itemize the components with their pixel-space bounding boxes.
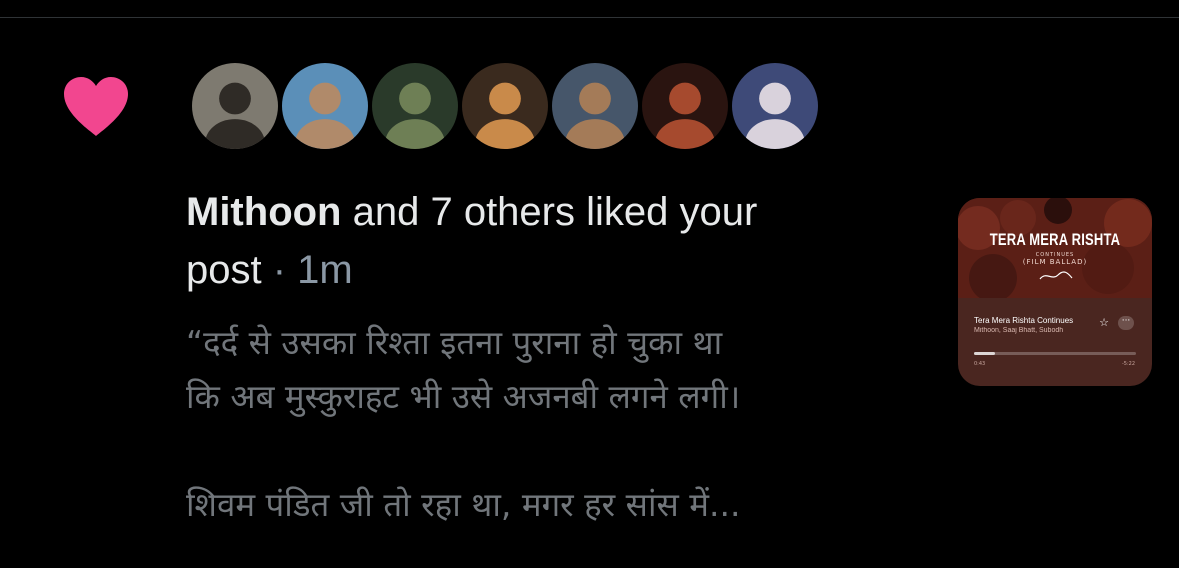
more-icon[interactable]: ··· (1118, 316, 1134, 330)
notification-text[interactable]: Mithoon and 7 others liked your post · 1… (186, 183, 886, 299)
avatar-6[interactable] (639, 60, 731, 152)
avatar-4[interactable] (459, 60, 551, 152)
action-text-2: post (186, 248, 262, 292)
action-text-1: and 7 others liked your (341, 190, 758, 234)
time-remaining: -5:22 (1122, 361, 1136, 367)
avatar-1[interactable] (189, 60, 281, 152)
song-artists: Mithoon, Saaj Bhatt, Subodh (974, 327, 1064, 334)
album-tag: (FILM BALLAD) (1022, 258, 1088, 266)
film-logo-icon (1038, 268, 1074, 282)
avatar-3[interactable] (369, 60, 461, 152)
time-elapsed: 0:43 (974, 361, 986, 367)
avatar-5[interactable] (549, 60, 641, 152)
preview-line: शिवम पंडित जी तो रहा था, मगर हर सांस में… (186, 485, 741, 524)
progress-track[interactable] (974, 352, 1136, 355)
top-divider (0, 17, 1179, 18)
album-title: TERA MERA RISHTA (989, 230, 1121, 249)
star-icon[interactable]: ☆ (1097, 316, 1111, 330)
progress-fill (974, 352, 996, 355)
actor-name[interactable]: Mithoon (186, 190, 342, 234)
liker-avatars[interactable] (189, 60, 829, 154)
timestamp: 1m (297, 248, 353, 292)
preview-line: “दर्द से उसका रिश्ता इतना पुराना हो चुका… (186, 323, 723, 362)
media-thumbnail[interactable]: TERA MERA RISHTA CONTINUES (FILM BALLAD)… (958, 198, 1152, 386)
post-preview[interactable]: “दर्द से उसका रिश्ता इतना पुराना हो चुका… (186, 316, 926, 532)
separator: · (261, 248, 298, 292)
avatar-7[interactable] (729, 60, 821, 152)
preview-line: कि अब मुस्कुराहट भी उसे अजनबी लगने लगी। (186, 377, 741, 416)
song-title: Tera Mera Rishta Continues (974, 316, 1074, 325)
avatar-2[interactable] (279, 60, 371, 152)
heart-icon (62, 76, 130, 138)
